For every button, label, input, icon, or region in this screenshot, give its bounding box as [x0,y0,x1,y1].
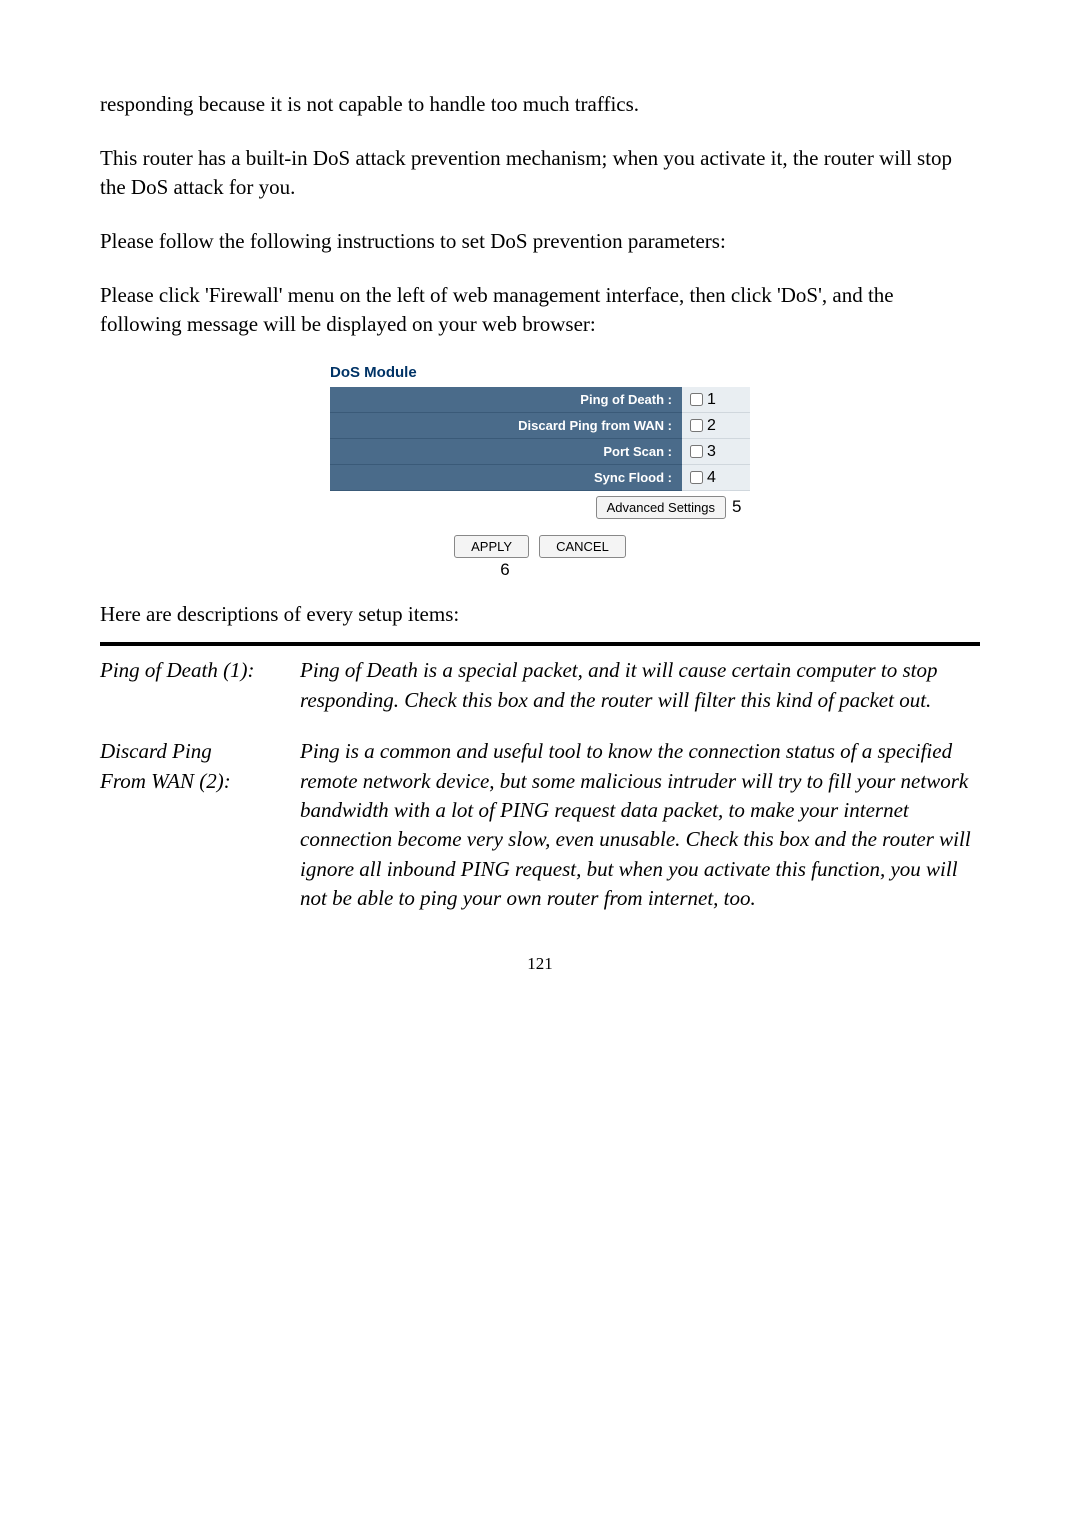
dos-module-figure: DoS Module Ping of Death : 1 Discard Pin… [330,364,750,580]
paragraph-1: responding because it is not capable to … [100,90,980,118]
callout-3: 3 [707,443,716,461]
callout-6: 6 [330,560,750,580]
item-discard-ping: Discard Ping From WAN (2): Ping is a com… [100,737,980,913]
module-title: DoS Module [330,364,750,381]
item-label-1: Ping of Death (1): [100,656,300,715]
ping-of-death-label: Ping of Death : [330,387,682,413]
rule-thin [100,645,980,646]
item-ping-of-death: Ping of Death (1): Ping of Death is a sp… [100,656,980,715]
sync-flood-label: Sync Flood : [330,465,682,491]
port-scan-label: Port Scan : [330,439,682,465]
advanced-settings-button[interactable]: Advanced Settings [596,496,726,519]
cancel-button[interactable]: CANCEL [539,535,626,558]
discard-ping-checkbox[interactable] [690,419,703,432]
item-label-2b: From WAN (2): [100,769,231,793]
descriptions-intro: Here are descriptions of every setup ite… [100,600,980,628]
ping-of-death-checkbox[interactable] [690,393,703,406]
item-text-2: Ping is a common and useful tool to know… [300,737,980,913]
port-scan-checkbox[interactable] [690,445,703,458]
paragraph-2: This router has a built-in DoS attack pr… [100,144,980,201]
apply-button[interactable]: APPLY [454,535,529,558]
paragraph-3: Please follow the following instructions… [100,227,980,255]
callout-5: 5 [726,497,750,517]
page-number: 121 [100,954,980,974]
item-label-2a: Discard Ping [100,739,212,763]
item-text-1: Ping of Death is a special packet, and i… [300,656,980,715]
discard-ping-label: Discard Ping from WAN : [330,413,682,439]
item-label-2: Discard Ping From WAN (2): [100,737,300,913]
callout-1: 1 [707,391,716,409]
callout-2: 2 [707,417,716,435]
paragraph-4: Please click 'Firewall' menu on the left… [100,281,980,338]
sync-flood-checkbox[interactable] [690,471,703,484]
callout-4: 4 [707,469,716,487]
